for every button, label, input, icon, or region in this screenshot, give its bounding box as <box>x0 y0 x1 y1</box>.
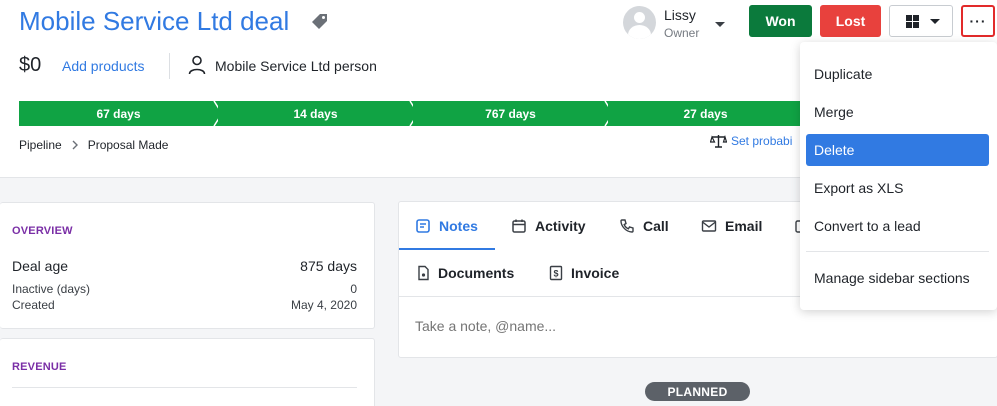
pipeline-stage[interactable]: 67 days <box>19 101 218 126</box>
tab-call-label: Call <box>643 218 669 234</box>
avatar <box>623 6 656 39</box>
deal-age-label: Deal age <box>12 258 69 274</box>
won-button[interactable]: Won <box>749 5 812 37</box>
created-label: Created <box>12 298 55 312</box>
revenue-card: REVENUE <box>0 338 375 406</box>
phone-icon <box>620 219 634 233</box>
owner-selector[interactable]: Lissy Owner <box>623 4 733 42</box>
chevron-down-icon <box>715 22 725 27</box>
deal-age-value: 875 days <box>300 258 357 274</box>
pipeline-stage[interactable]: 14 days <box>218 101 413 126</box>
menu-divider <box>806 251 989 252</box>
tab-email[interactable]: Email <box>701 218 762 234</box>
grid-icon <box>906 15 919 28</box>
tab-activity[interactable]: Activity <box>511 218 586 234</box>
planned-badge: PLANNED <box>645 382 750 401</box>
tab-email-label: Email <box>725 218 763 234</box>
calendar-icon <box>512 219 526 233</box>
more-actions-menu: Duplicate Merge Delete Export as XLS Con… <box>800 42 997 310</box>
created-value: May 4, 2020 <box>290 298 357 312</box>
more-actions-button[interactable]: ··· <box>961 5 995 37</box>
menu-item-manage-sidebar[interactable]: Manage sidebar sections <box>806 262 989 294</box>
scale-icon <box>710 134 727 148</box>
divider <box>12 387 357 388</box>
tab-documents-label: Documents <box>438 265 515 281</box>
owner-role: Owner <box>664 26 700 40</box>
linked-person[interactable]: Mobile Service Ltd person <box>215 58 377 74</box>
inactive-value: 0 <box>350 282 357 296</box>
set-probability-label: Set probabi <box>731 134 793 148</box>
inactive-label: Inactive (days) <box>12 282 91 296</box>
person-icon <box>188 55 206 75</box>
envelope-icon <box>701 220 717 232</box>
document-icon <box>418 265 429 281</box>
chevron-right-icon <box>72 140 78 150</box>
tab-call[interactable]: Call <box>619 218 669 234</box>
breadcrumb: Pipeline Proposal Made <box>19 138 168 152</box>
note-icon <box>416 219 430 233</box>
lost-button[interactable]: Lost <box>820 5 881 37</box>
deal-value[interactable]: $0 <box>19 54 41 77</box>
active-tab-indicator <box>399 248 495 250</box>
menu-item-duplicate[interactable]: Duplicate <box>806 58 989 90</box>
tab-notes[interactable]: Notes <box>415 218 478 234</box>
tab-invoice[interactable]: $ Invoice <box>549 265 619 281</box>
add-products-link[interactable]: Add products <box>62 58 145 74</box>
pipeline-stage[interactable]: 767 days <box>413 101 608 126</box>
menu-item-convert-to-lead[interactable]: Convert to a lead <box>806 210 989 242</box>
tab-invoice-label: Invoice <box>571 265 620 281</box>
svg-text:$: $ <box>553 269 558 279</box>
breadcrumb-pipeline[interactable]: Pipeline <box>19 138 62 152</box>
chevron-down-icon <box>930 19 940 24</box>
menu-item-delete[interactable]: Delete <box>806 134 989 166</box>
menu-item-merge[interactable]: Merge <box>806 96 989 128</box>
note-input[interactable] <box>415 318 975 334</box>
layout-switch-button[interactable] <box>889 5 953 37</box>
breadcrumb-stage[interactable]: Proposal Made <box>88 138 169 152</box>
tag-icon[interactable] <box>311 12 329 30</box>
menu-item-export-xls[interactable]: Export as XLS <box>806 172 989 204</box>
pipeline-stage[interactable]: 27 days <box>608 101 803 126</box>
overview-heading: OVERVIEW <box>12 225 73 237</box>
set-probability-link[interactable]: Set probabi <box>710 134 792 148</box>
divider <box>169 53 170 79</box>
tab-activity-label: Activity <box>535 218 586 234</box>
revenue-heading: REVENUE <box>12 361 67 373</box>
deal-title[interactable]: Mobile Service Ltd deal <box>19 5 289 37</box>
owner-name: Lissy <box>664 7 696 23</box>
invoice-icon: $ <box>549 265 563 281</box>
tab-documents[interactable]: Documents <box>417 265 514 281</box>
tab-notes-label: Notes <box>439 218 478 234</box>
overview-card: OVERVIEW Deal age 875 days Inactive (day… <box>0 202 375 329</box>
